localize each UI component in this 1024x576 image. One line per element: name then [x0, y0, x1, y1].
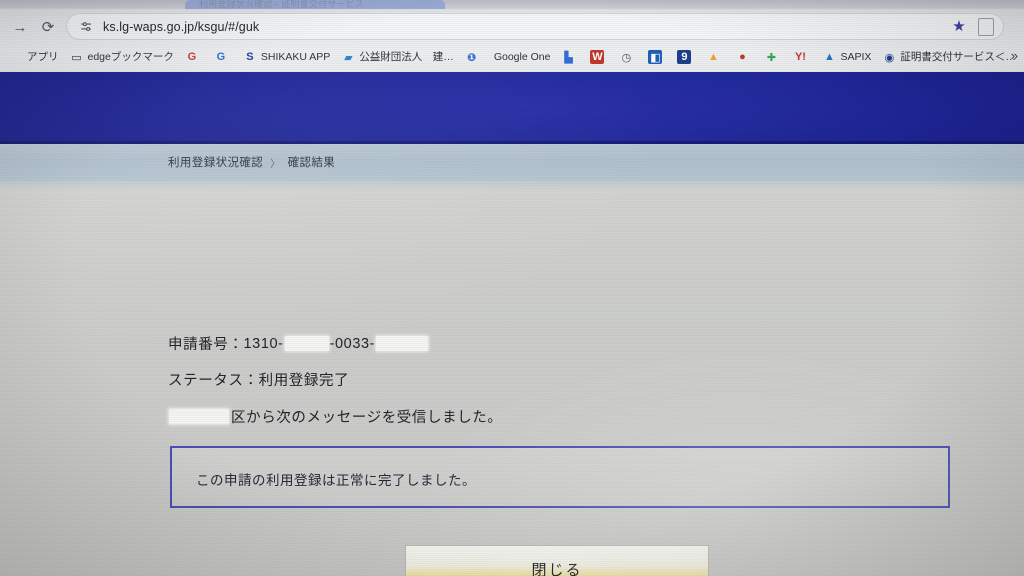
yahoo-icon: Y!: [794, 51, 806, 63]
bookmark-label: 証明書交付サービス＜…: [900, 50, 1016, 63]
breadcrumb-item-result: 確認結果: [287, 157, 336, 169]
application-number-part2: -0033-: [329, 335, 376, 352]
bookmark-label: アプリ: [27, 50, 59, 63]
bookmark-item[interactable]: ▲: [701, 47, 729, 67]
folder-icon: ▭: [71, 51, 82, 64]
web-page: 証明書交付サービス＜コンビニ交付＞ 戸籍証明書交付の利用登録申請 利用登録状況確…: [0, 72, 1024, 576]
close-button-label: 閉じる: [531, 561, 583, 576]
message-source-line: 区から次のメッセージを受信しました。: [168, 406, 503, 427]
bookmark-item[interactable]: ▙: [556, 47, 584, 67]
status-value: 利用登録完了: [258, 373, 350, 389]
screen-photo: 利用登録状況確認 - 証明書交付サービス → ⟳ ks.lg-waps.go.j…: [0, 0, 1024, 576]
redaction-block: [169, 409, 229, 424]
bookmark-star-icon[interactable]: ★: [950, 17, 968, 35]
forward-icon[interactable]: →: [10, 17, 30, 37]
bookmark-item[interactable]: ◷: [614, 47, 642, 67]
certificate-service-icon: ◉: [884, 51, 895, 64]
nine-icon: 9: [677, 50, 692, 64]
bookmark-label: SHIKAKU APP: [260, 50, 331, 63]
browser-toolbar: → ⟳ ks.lg-waps.go.jp/ksgu/#/guk ★: [0, 9, 1024, 44]
browser-tabstrip: 利用登録状況確認 - 証明書交付サービス: [0, 0, 1024, 9]
bookmark-item[interactable]: ◧: [643, 47, 671, 67]
address-bar[interactable]: ks.lg-waps.go.jp/ksgu/#/guk ★: [66, 13, 1004, 40]
outlook-icon: ◧: [648, 50, 663, 64]
close-button[interactable]: 閉じる: [405, 545, 709, 576]
bookmark-item[interactable]: ▰ 公益財団法人 建…: [336, 47, 459, 67]
bookmark-item[interactable]: S SHIKAKU APP: [238, 47, 335, 67]
plus-icon: ✚: [766, 51, 777, 64]
word-icon: W: [590, 50, 605, 64]
shikaku-icon: S: [246, 51, 254, 63]
bookmark-item[interactable]: ●: [730, 47, 758, 67]
bookmark-label: edgeブックマーク: [87, 50, 174, 63]
reload-icon[interactable]: ⟳: [38, 17, 58, 37]
application-number-label: 申請番号：: [168, 337, 244, 353]
bookmark-item[interactable]: 9: [672, 47, 700, 67]
bookmark-label: Google One: [493, 50, 551, 63]
breadcrumb-band: 利用登録状況確認 〉 確認結果: [0, 144, 1024, 181]
google-icon: G: [187, 51, 197, 63]
sapix-icon: ▲: [823, 51, 835, 63]
redaction-block: [284, 336, 329, 351]
bookmark-item[interactable]: ❶: [460, 47, 488, 67]
bookmark-item[interactable]: Google One: [489, 47, 556, 67]
profile-avatar-icon[interactable]: [978, 18, 994, 36]
google-icon: G: [216, 51, 226, 63]
bookmarks-bar: アプリ ▭ edgeブックマーク G G S SHIKAKU APP ▰ 公益財団法人…: [0, 44, 1024, 70]
bookmarks-overflow-icon[interactable]: »: [1011, 48, 1018, 63]
status-label: ステータス：: [168, 373, 259, 389]
status-line: ステータス： 利用登録完了: [168, 369, 349, 390]
application-number-part1: 1310-: [243, 335, 284, 352]
google-one-icon: ❶: [467, 51, 477, 64]
bookmark-item[interactable]: アプリ: [4, 47, 64, 67]
drive-triangle-icon: ▲: [707, 51, 719, 63]
breadcrumb-item-status-check[interactable]: 利用登録状況確認: [168, 154, 263, 170]
bookmark-label: SAPIX: [840, 50, 872, 63]
bookmark-item[interactable]: G: [209, 47, 237, 67]
bookmark-item[interactable]: ▲ SAPIX: [817, 47, 876, 67]
circle-icon: ●: [739, 51, 746, 63]
site-header: [0, 72, 1024, 144]
clock-icon: ◷: [621, 51, 632, 64]
bookmark-item[interactable]: W: [585, 47, 613, 67]
application-number-line: 申請番号： 1310- -0033-: [168, 333, 429, 354]
bookmark-item[interactable]: ✚: [759, 47, 787, 67]
message-box-text: この申請の利用登録は正常に完了しました。: [196, 473, 476, 488]
building-icon: ▰: [344, 51, 353, 64]
browser-tab-active[interactable]: 利用登録状況確認 - 証明書交付サービス: [185, 0, 445, 9]
message-box: この申請の利用登録は正常に完了しました。: [170, 446, 950, 508]
page-content: 申請番号： 1310- -0033- ステータス： 利用登録完了 区から次のメッセージ…: [0, 181, 1024, 576]
bookmark-item[interactable]: ▭ edgeブックマーク: [65, 47, 179, 67]
breadcrumb-separator-icon: 〉: [270, 158, 281, 170]
bookmark-item[interactable]: ◉ 証明書交付サービス＜…: [877, 47, 1021, 67]
bookmark-label: 公益財団法人 建…: [359, 50, 454, 63]
bookmark-item[interactable]: Y!: [788, 47, 816, 67]
message-source-suffix: 区から次のメッセージを受信しました。: [231, 410, 503, 426]
redaction-block: [376, 336, 429, 351]
address-bar-url: ks.lg-waps.go.jp/ksgu/#/guk: [103, 19, 260, 34]
site-settings-icon[interactable]: [78, 19, 94, 35]
breadcrumb: 利用登録状況確認 〉 確認結果: [168, 154, 335, 170]
bookmark-item[interactable]: G: [180, 47, 208, 67]
browser-chrome: 利用登録状況確認 - 証明書交付サービス → ⟳ ks.lg-waps.go.j…: [0, 0, 1024, 72]
drive-icon: ▙: [564, 51, 573, 64]
bookmark-favicon: [9, 50, 23, 64]
